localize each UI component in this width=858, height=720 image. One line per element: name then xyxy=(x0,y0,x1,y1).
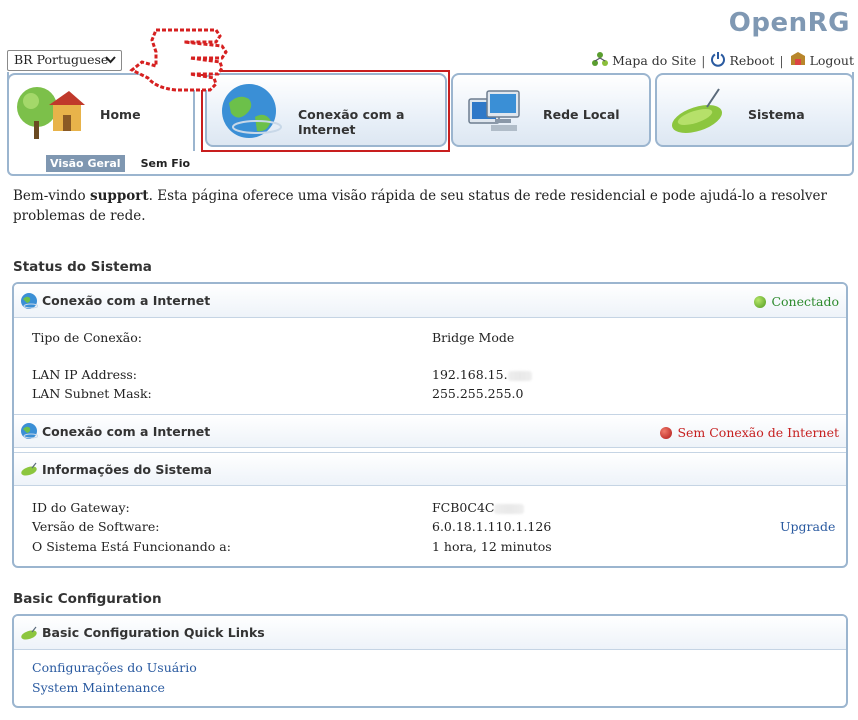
software-version-label: Versão de Software: xyxy=(32,519,160,534)
router-icon xyxy=(667,87,727,141)
subtab-bar: Visão Geral Sem Fio xyxy=(46,155,200,172)
system-maintenance-link[interactable]: System Maintenance xyxy=(32,680,165,695)
site-map-label: Mapa do Site xyxy=(612,53,697,68)
basic-config-title: Basic Configuration xyxy=(13,591,162,607)
welcome-user: support xyxy=(89,188,149,204)
separator: | xyxy=(701,53,706,68)
lan-ip-value-text: 192.168.15. xyxy=(432,367,508,382)
status-red-icon xyxy=(660,426,673,439)
separator: | xyxy=(779,53,784,68)
router-icon xyxy=(20,462,38,476)
internet-connection-2-title: Conexão com a Internet xyxy=(42,423,211,439)
system-info-title: Informações do Sistema xyxy=(42,461,212,477)
connection-status-label: Conectado xyxy=(771,294,839,309)
quick-links-title: Basic Configuration Quick Links xyxy=(42,625,265,640)
sitemap-icon xyxy=(591,51,609,70)
redacted-mark xyxy=(494,503,525,514)
user-settings-link[interactable]: Configurações do Usuário xyxy=(32,660,197,675)
reboot-label: Reboot xyxy=(729,53,775,68)
internet-connection-title: Conexão com a Internet xyxy=(42,293,211,308)
logout-link[interactable]: Logout xyxy=(789,51,854,70)
chevron-down-icon xyxy=(105,53,116,67)
globe-icon xyxy=(20,422,38,440)
gateway-id-value-text: FCB0C4C xyxy=(432,500,495,515)
quick-links-header: Basic Configuration Quick Links xyxy=(14,616,846,650)
tab-system-label: Sistema xyxy=(748,107,805,122)
gateway-id-label: ID do Gateway: xyxy=(32,500,130,515)
subtab-wireless[interactable]: Sem Fio xyxy=(131,155,201,172)
internet-connection-2-header: Conexão com a Internet Sem Conexão de In… xyxy=(14,414,846,448)
site-map-link[interactable]: Mapa do Site xyxy=(591,51,696,70)
no-connection-label: Sem Conexão de Internet xyxy=(677,425,839,440)
tab-local-network-label: Rede Local xyxy=(543,107,620,122)
software-version-value: 6.0.18.1.110.1.126 xyxy=(432,519,552,534)
welcome-prefix: Bem-vindo xyxy=(13,188,90,204)
tab-local-network[interactable]: Rede Local xyxy=(451,73,651,147)
subtab-overview[interactable]: Visão Geral xyxy=(46,155,125,172)
tab-system[interactable]: Sistema xyxy=(655,73,854,147)
connection-status: Conectado xyxy=(754,294,839,309)
top-links: Mapa do Site | Reboot | Logout xyxy=(591,51,854,70)
gateway-id-value: FCB0C4C xyxy=(432,500,525,515)
welcome-text: Bem-vindo support. Esta página oferece u… xyxy=(13,186,843,226)
lan-subnet-value: 255.255.255.0 xyxy=(432,386,524,401)
upgrade-link[interactable]: Upgrade xyxy=(780,519,835,534)
lan-ip-value: 192.168.15. xyxy=(432,367,532,382)
home-icon xyxy=(13,81,87,147)
openrg-logo: OpenRG xyxy=(728,8,850,38)
system-status-title: Status do Sistema xyxy=(13,259,152,275)
lan-subnet-label: LAN Subnet Mask: xyxy=(32,386,152,401)
internet-connection-header: Conexão com a Internet Conectado xyxy=(14,284,846,318)
uptime-value: 1 hora, 12 minutos xyxy=(432,539,552,554)
status-green-icon xyxy=(754,295,767,308)
power-icon xyxy=(710,51,726,70)
system-status-panel: Conexão com a Internet Conectado Tipo de… xyxy=(12,282,848,568)
uptime-label: O Sistema Está Funcionando a: xyxy=(32,539,231,554)
logout-label: Logout xyxy=(809,53,854,68)
connection-type-label: Tipo de Conexão: xyxy=(32,330,142,345)
computers-icon xyxy=(465,85,525,143)
router-icon xyxy=(20,626,38,640)
connection-type-value: Bridge Mode xyxy=(432,330,515,345)
system-info-header: Informações do Sistema xyxy=(14,452,846,486)
no-connection-status: Sem Conexão de Internet xyxy=(660,425,839,440)
globe-icon xyxy=(20,292,38,310)
logout-icon xyxy=(789,51,807,70)
language-select[interactable]: BR Portuguese xyxy=(7,50,122,71)
language-selected: BR Portuguese xyxy=(14,52,109,67)
basic-config-panel: Basic Configuration Quick Links Configur… xyxy=(12,614,848,708)
pointing-hand-icon xyxy=(126,24,246,110)
lan-ip-label: LAN IP Address: xyxy=(32,367,138,382)
redacted-mark xyxy=(507,370,532,381)
reboot-link[interactable]: Reboot xyxy=(710,51,774,70)
